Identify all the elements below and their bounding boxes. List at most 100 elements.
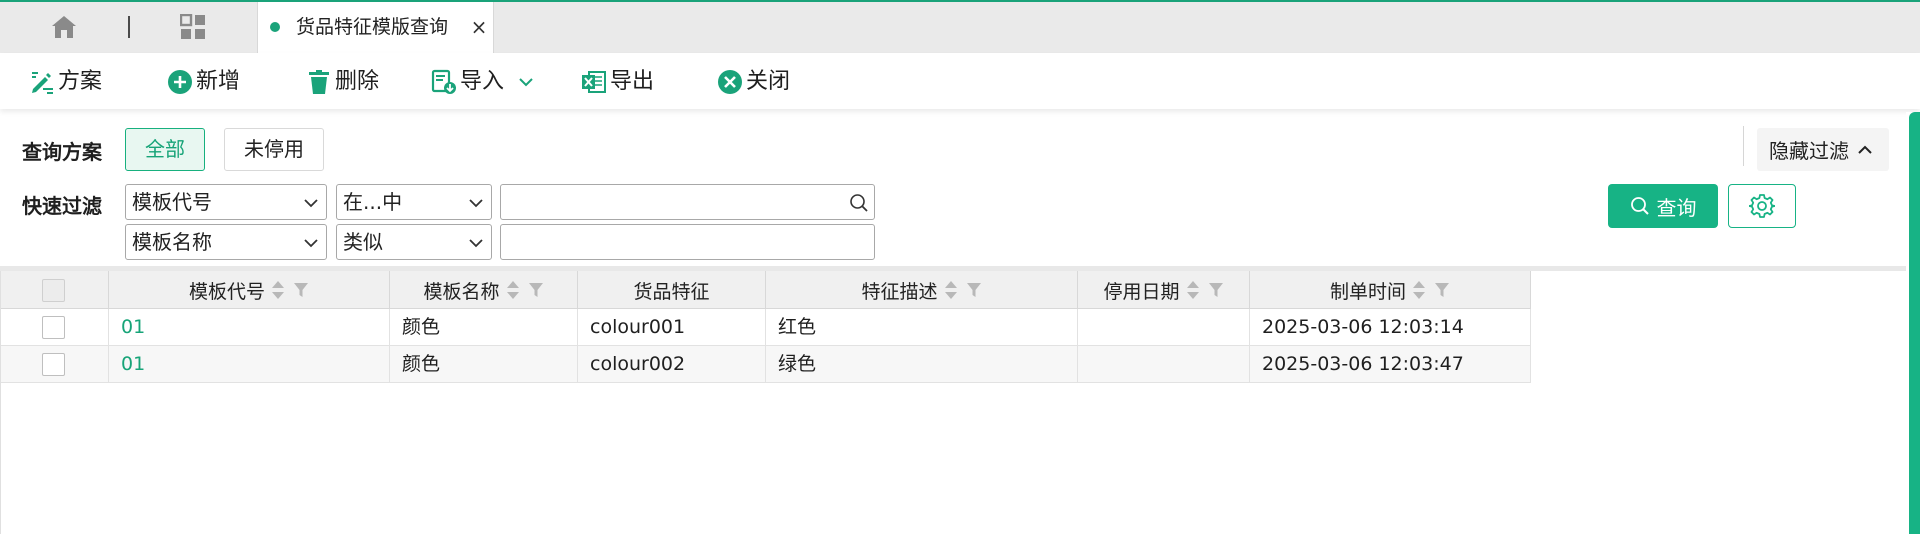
table-row[interactable]: 01 颜色 colour002 绿色 2025-03-06 12:03:47 [1,346,1531,383]
trash-icon [309,70,329,94]
tab-title: 货品特征模版查询 [296,16,449,38]
import-button[interactable]: 导入 [431,67,534,97]
scheme-edit-icon [32,72,53,94]
search-icon [1630,197,1649,215]
row-checkbox[interactable] [42,353,65,376]
data-grid: 模板代号 模板名称 货品特征 特征描述 停用日期 制单时间 01 颜色 colo… [0,271,1908,534]
filter-panel: 查询方案 全部 未停用 隐藏过滤 快速过滤 模板代号 在...中 模板名称 类似 [0,112,1920,267]
apps-grid-icon[interactable] [179,13,206,40]
grid-header: 模板代号 模板名称 货品特征 特征描述 停用日期 制单时间 [1,271,1531,309]
cell-template-name: 颜色 [390,346,578,383]
plus-circle-icon [168,70,192,94]
row-select-cell [1,309,109,346]
delete-button[interactable]: 删除 [306,67,379,97]
query-scheme-label: 查询方案 [22,140,102,164]
scheme-label: 方案 [58,69,103,94]
settings-button[interactable] [1728,184,1796,228]
import-icon [431,69,456,94]
select-all-checkbox[interactable] [42,279,65,302]
export-button[interactable]: 导出 [581,67,654,97]
chevron-down-icon[interactable] [518,74,534,90]
add-label: 新增 [196,69,241,94]
scrollbar-thumb[interactable] [1909,112,1920,534]
sort-icon[interactable] [1412,280,1426,300]
sort-icon[interactable] [506,280,520,300]
filter-divider [1743,126,1744,166]
filter-field-value-2: 模板名称 [132,230,212,254]
excel-export-icon [582,71,606,93]
filter-icon[interactable] [1434,282,1450,298]
filter-icon[interactable] [1208,282,1224,298]
header-label: 特征描述 [861,280,938,303]
delete-label: 删除 [335,69,380,94]
query-label: 查询 [1656,195,1697,220]
cell-template-name: 颜色 [390,309,578,346]
sort-icon[interactable] [271,280,285,300]
hide-filter-button[interactable]: 隐藏过滤 [1757,128,1889,171]
close-button[interactable]: 关闭 [717,67,790,97]
quick-filter-label: 快速过滤 [22,194,102,218]
header-feature-description[interactable]: 特征描述 [766,271,1078,309]
tab-close-icon[interactable]: × [468,16,490,38]
sort-icon[interactable] [1186,280,1200,300]
close-label: 关闭 [746,69,791,94]
header-product-feature[interactable]: 货品特征 [578,271,766,309]
row-checkbox[interactable] [42,316,65,339]
chevron-down-icon [304,239,318,248]
sort-icon[interactable] [944,280,958,300]
header-label: 模板名称 [423,280,500,303]
filter-icon[interactable] [528,282,544,298]
filter-field-value-1: 模板代号 [132,190,212,214]
search-icon[interactable] [849,193,869,213]
import-label: 导入 [460,69,505,94]
filter-value-input-1[interactable] [500,184,875,220]
filter-operator-value-2: 类似 [343,230,383,254]
filter-operator-value-1: 在...中 [343,190,403,214]
home-icon[interactable] [50,14,78,40]
scheme-all-button[interactable]: 全部 [125,128,205,171]
header-label: 制单时间 [1329,280,1406,303]
cell-template-code[interactable]: 01 [109,346,390,383]
close-circle-icon [718,70,742,94]
chevron-down-icon [304,199,318,208]
header-disabled-date[interactable]: 停用日期 [1078,271,1250,309]
cell-product-feature: colour002 [578,346,766,383]
query-button[interactable]: 查询 [1608,184,1718,228]
filter-value-input-2[interactable] [500,224,875,260]
vertical-scrollbar[interactable] [1906,112,1920,534]
filter-field-select-1[interactable]: 模板代号 [125,184,327,220]
cell-created-time: 2025-03-06 12:03:47 [1250,346,1531,383]
filter-field-select-2[interactable]: 模板名称 [125,224,327,260]
tab-product-feature-template-query[interactable]: 货品特征模版查询 × [257,2,494,55]
header-template-code[interactable]: 模板代号 [109,271,390,309]
filter-icon[interactable] [966,282,982,298]
chevron-down-icon [469,199,483,208]
row-select-cell [1,346,109,383]
header-created-time[interactable]: 制单时间 [1250,271,1531,309]
scheme-not-disabled-button[interactable]: 未停用 [224,128,324,171]
gear-icon [1749,194,1775,218]
cell-product-feature: colour001 [578,309,766,346]
cell-feature-description: 绿色 [766,346,1078,383]
tab-bar: 货品特征模版查询 × [0,0,1920,55]
filter-operator-select-1[interactable]: 在...中 [336,184,492,220]
filter-icon[interactable] [293,282,309,298]
cell-template-code[interactable]: 01 [109,309,390,346]
cell-feature-description: 红色 [766,309,1078,346]
toolbar: 方案 新增 删除 导入 导出 关闭 [0,53,1920,109]
header-select-all-cell [1,271,109,309]
header-label: 停用日期 [1103,280,1180,303]
scheme-button[interactable]: 方案 [29,67,102,97]
add-button[interactable]: 新增 [167,67,240,97]
header-template-name[interactable]: 模板名称 [390,271,578,309]
cell-disabled-date [1078,346,1250,383]
chevron-down-icon [469,239,483,248]
export-label: 导出 [610,69,655,94]
header-label: 货品特征 [633,280,710,303]
table-row[interactable]: 01 颜色 colour001 红色 2025-03-06 12:03:14 [1,309,1531,346]
cell-disabled-date [1078,309,1250,346]
tab-active-dot [270,22,280,32]
tab-divider [128,16,130,38]
filter-operator-select-2[interactable]: 类似 [336,224,492,260]
header-label: 模板代号 [188,280,265,303]
